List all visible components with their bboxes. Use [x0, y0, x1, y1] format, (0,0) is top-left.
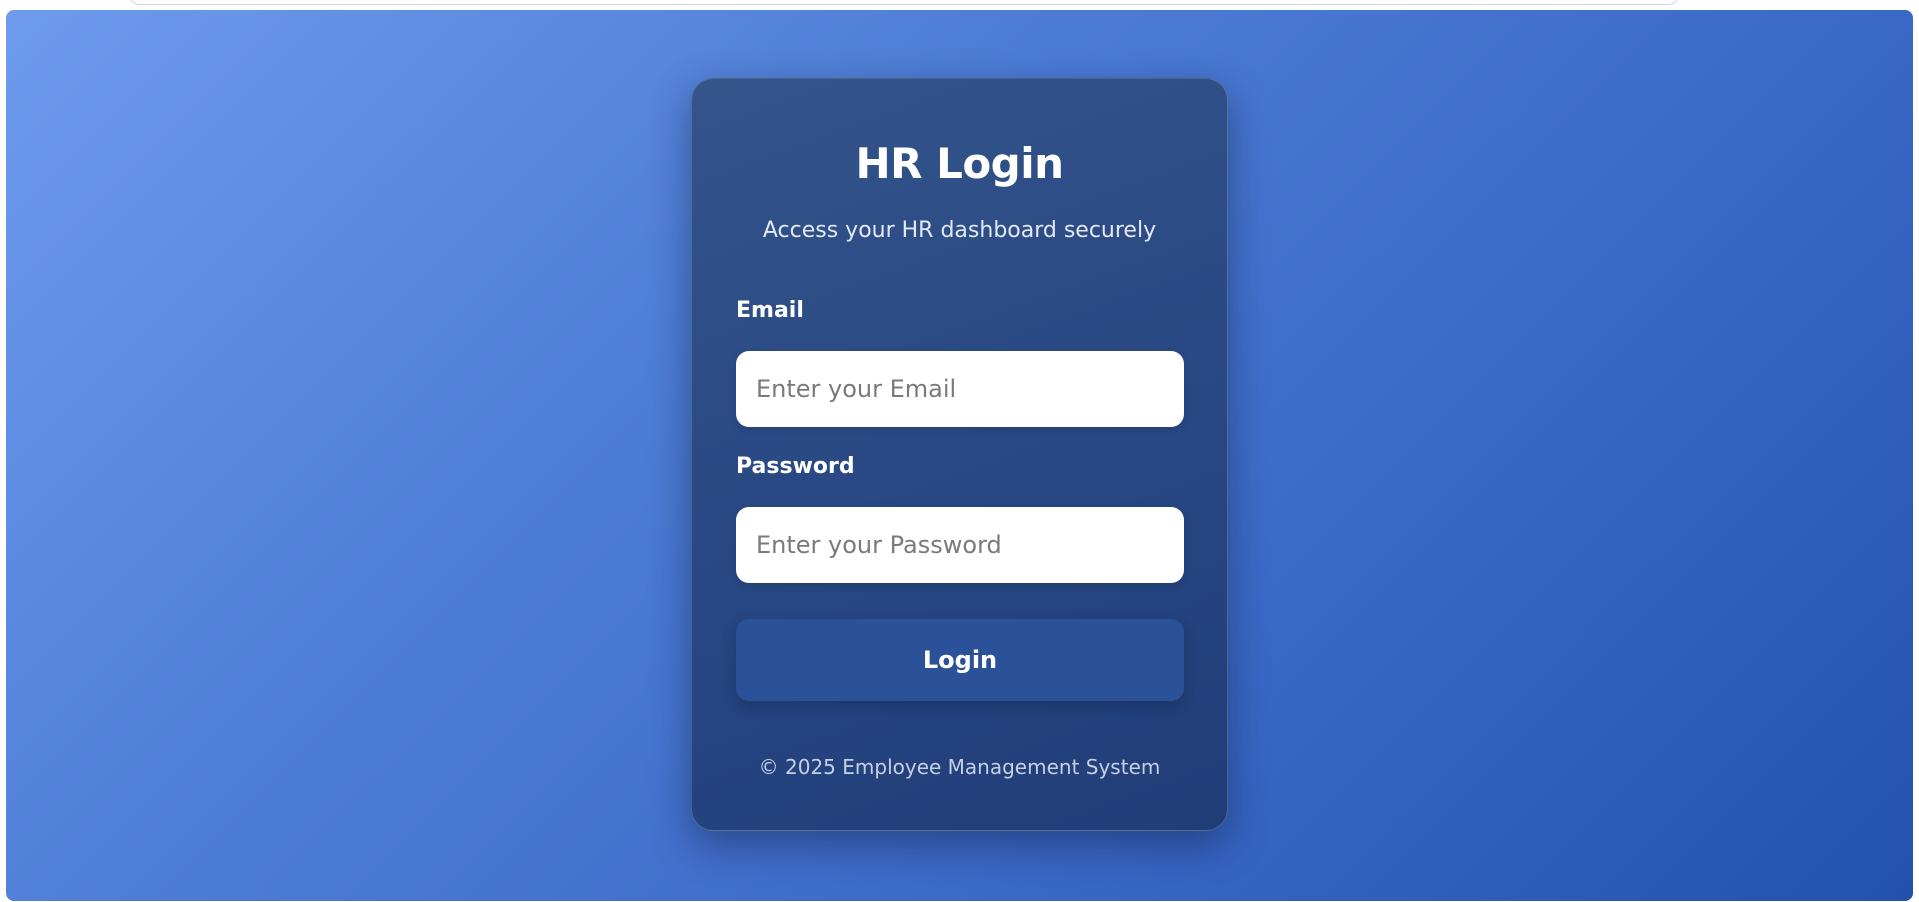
- password-field[interactable]: [736, 507, 1184, 583]
- login-button[interactable]: Login: [736, 619, 1184, 701]
- browser-top-edge: [128, 0, 1680, 5]
- email-field[interactable]: [736, 351, 1184, 427]
- email-label: Email: [736, 298, 804, 323]
- page-title: HR Login: [855, 139, 1064, 188]
- page-background: HR Login Access your HR dashboard secure…: [6, 10, 1913, 901]
- page-subtitle: Access your HR dashboard securely: [762, 218, 1157, 243]
- password-label: Password: [736, 454, 855, 479]
- login-card: HR Login Access your HR dashboard secure…: [691, 78, 1228, 831]
- footer-copyright: © 2025 Employee Management System: [758, 755, 1161, 779]
